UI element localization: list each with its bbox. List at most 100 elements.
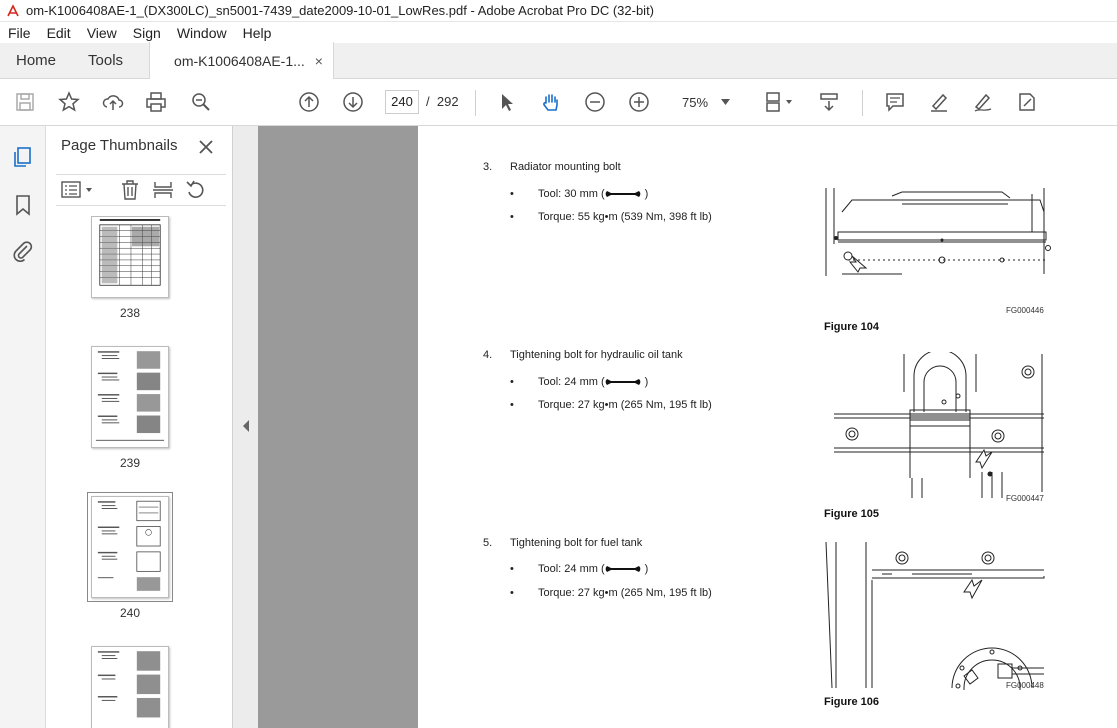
window-title: om-K1006408AE-1_(DX300LC)_sn5001-7439_da…	[26, 3, 655, 18]
attachment-icon[interactable]	[12, 240, 34, 262]
tool-spec-end: )	[644, 376, 649, 388]
options-menu-icon[interactable]	[60, 179, 96, 201]
scroll-mode-icon[interactable]	[816, 89, 842, 115]
thumbnail-label: 240	[119, 606, 141, 620]
figure-caption: Figure 106	[824, 696, 880, 708]
panel-toolbar	[56, 174, 226, 206]
torque-spec: Torque: 27 kg•m (265 Nm, 195 ft lb)	[538, 587, 712, 599]
menu-sign[interactable]: Sign	[125, 25, 169, 41]
thumbnail-page-241[interactable]	[91, 646, 169, 728]
item-title: Radiator mounting bolt	[510, 161, 621, 173]
select-cursor-icon[interactable]	[494, 89, 520, 115]
menu-bar: File Edit View Sign Window Help	[0, 22, 1117, 43]
tab-document[interactable]: om-K1006408AE-1... ×	[149, 42, 334, 79]
thumbnail-label: 238	[119, 306, 141, 320]
torque-spec: Torque: 55 kg•m (539 Nm, 398 ft lb)	[538, 211, 712, 223]
tool-spec: Tool: 24 mm ()	[538, 563, 648, 575]
extract-pages-icon[interactable]	[152, 179, 174, 201]
bookmark-icon[interactable]	[12, 194, 34, 216]
figure-105-drawing	[834, 352, 1044, 498]
thumbnail-list: 238 239 240	[46, 216, 214, 728]
page-total-count: 292	[436, 94, 459, 109]
acrobat-icon	[6, 3, 20, 18]
zoom-select[interactable]: 75%	[669, 89, 741, 115]
prev-page-icon[interactable]	[296, 89, 322, 115]
tab-tools[interactable]: Tools	[72, 43, 139, 79]
wrench-icon	[605, 191, 640, 198]
menu-help[interactable]: Help	[235, 25, 280, 41]
torque-spec: Torque: 27 kg•m (265 Nm, 195 ft lb)	[538, 399, 712, 411]
zoom-in-icon[interactable]	[626, 89, 652, 115]
menu-window[interactable]: Window	[169, 25, 235, 41]
item-number: 5.	[483, 537, 493, 549]
page-layout-icon[interactable]	[762, 89, 796, 115]
page-total: / 292	[426, 94, 459, 109]
figure-caption: Figure 104	[824, 321, 880, 333]
tab-bar: Home Tools om-K1006408AE-1... ×	[0, 42, 1117, 79]
save-icon[interactable]	[12, 89, 38, 115]
print-icon[interactable]	[143, 89, 169, 115]
thumbnail-page-240[interactable]	[87, 492, 173, 602]
zoom-out-icon[interactable]	[582, 89, 608, 115]
bookmark-star-icon[interactable]	[56, 89, 82, 115]
bullet: •	[510, 399, 514, 411]
figure-104-drawing	[825, 188, 1051, 276]
figure-caption: Figure 105	[824, 508, 880, 520]
upload-cloud-icon[interactable]	[100, 89, 126, 115]
rotate-icon[interactable]	[185, 179, 207, 201]
thumbnail-page-238[interactable]	[91, 216, 169, 298]
tab-close-icon[interactable]: ×	[315, 43, 323, 79]
page-thumbnails-icon[interactable]	[12, 146, 34, 168]
tool-spec-end: )	[644, 188, 649, 200]
bullet: •	[510, 587, 514, 599]
tool-spec-text: Tool: 24 mm (	[538, 376, 605, 388]
item-title: Tightening bolt for fuel tank	[510, 537, 643, 549]
collapse-arrow-icon[interactable]	[242, 420, 250, 432]
tool-spec-end: )	[644, 563, 649, 575]
wrench-icon	[605, 379, 640, 386]
tool-spec-text: Tool: 30 mm (	[538, 188, 605, 200]
thumbnails-panel: Page Thumbnails 238 239 240	[46, 126, 275, 728]
highlight-pen-icon[interactable]	[926, 89, 952, 115]
thumbnail-page-239[interactable]	[91, 346, 169, 448]
panel-title: Page Thumbnails	[61, 137, 178, 154]
toolbar-divider	[862, 90, 863, 116]
panel-collapse-bar[interactable]	[233, 126, 258, 728]
menu-view[interactable]: View	[79, 25, 125, 41]
comment-icon[interactable]	[882, 89, 908, 115]
page-separator: /	[426, 94, 430, 109]
bullet: •	[510, 211, 514, 223]
menu-edit[interactable]: Edit	[39, 25, 79, 41]
title-bar: om-K1006408AE-1_(DX300LC)_sn5001-7439_da…	[0, 0, 1117, 22]
zoom-value: 75%	[682, 94, 709, 110]
menu-file[interactable]: File	[0, 25, 39, 41]
tool-spec-text: Tool: 24 mm (	[538, 563, 605, 575]
figure-code: FG000446	[1006, 306, 1044, 315]
item-title: Tightening bolt for hydraulic oil tank	[510, 349, 683, 361]
toolbar-divider	[475, 90, 476, 116]
delete-icon[interactable]	[119, 179, 141, 201]
close-icon[interactable]	[198, 134, 214, 161]
item-number: 4.	[483, 349, 493, 361]
draw-sign-icon[interactable]	[970, 89, 996, 115]
tab-home[interactable]: Home	[0, 43, 72, 79]
wrench-icon	[605, 566, 640, 573]
tool-spec: Tool: 24 mm ()	[538, 376, 648, 388]
tab-document-label: om-K1006408AE-1...	[174, 52, 305, 69]
item-number: 3.	[483, 161, 493, 173]
figure-code: FG000448	[1006, 681, 1044, 690]
thumbnail-label: 239	[119, 456, 141, 470]
left-rail	[0, 126, 46, 728]
chevron-down-icon	[721, 99, 730, 105]
bullet: •	[510, 376, 514, 388]
page-number-input[interactable]: 240	[385, 90, 419, 114]
figure-code: FG000447	[1006, 494, 1044, 503]
hand-tool-icon[interactable]	[538, 89, 564, 115]
tool-spec: Tool: 30 mm ()	[538, 188, 648, 200]
bullet: •	[510, 188, 514, 200]
fill-sign-icon[interactable]	[1014, 89, 1040, 115]
document-viewer: 3. Radiator mounting bolt • Tool: 30 mm …	[258, 126, 1117, 728]
zoom-search-icon[interactable]	[188, 89, 214, 115]
figure-106-drawing	[825, 541, 1045, 690]
next-page-icon[interactable]	[340, 89, 366, 115]
